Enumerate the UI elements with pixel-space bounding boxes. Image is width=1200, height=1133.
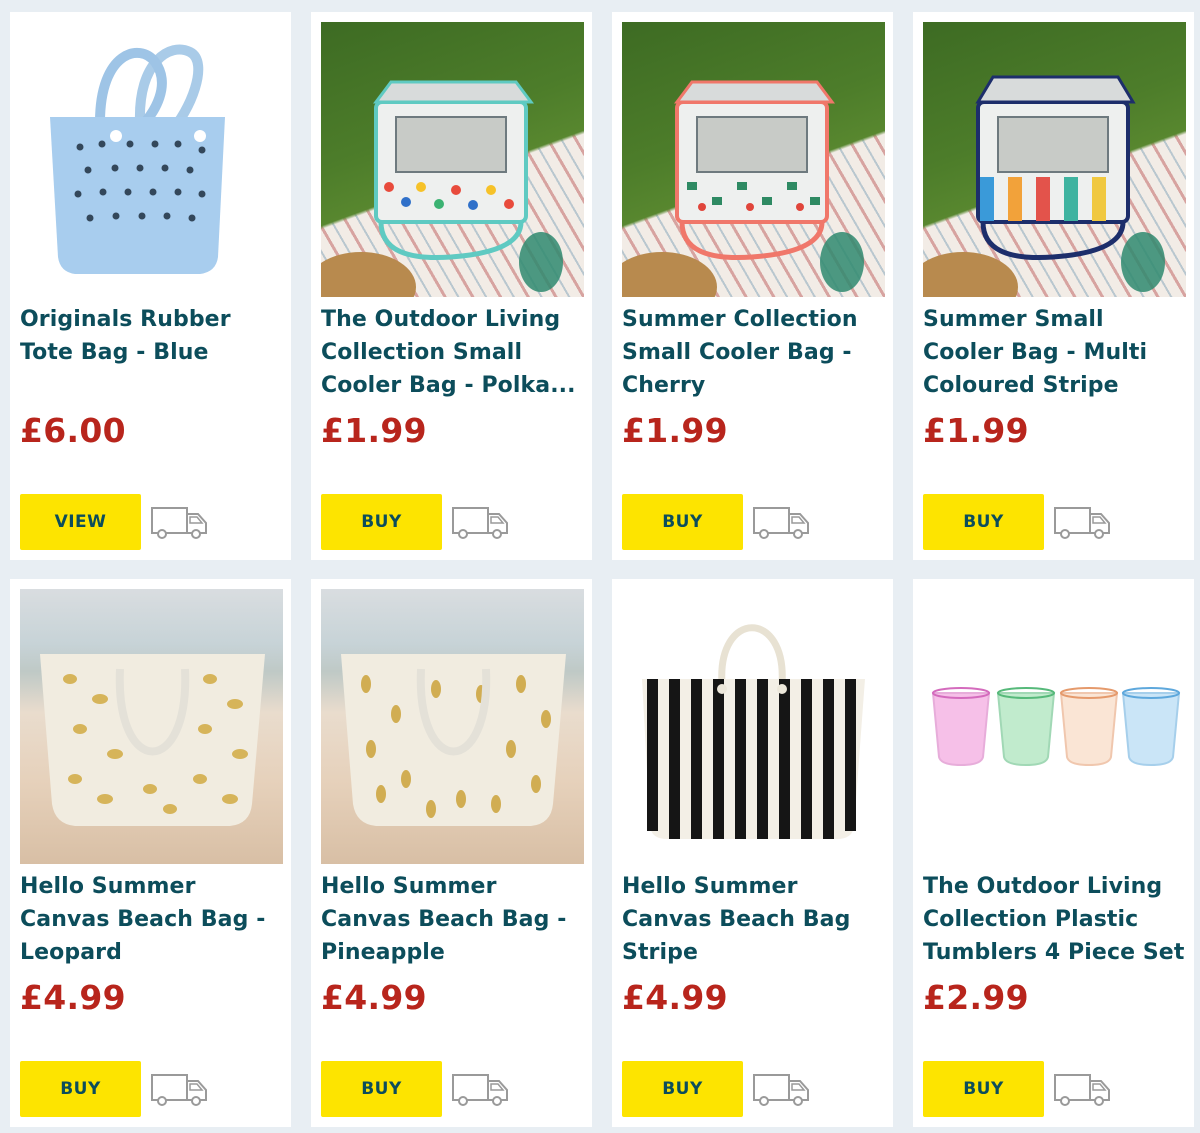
buy-button[interactable]: BUY xyxy=(622,494,743,550)
product-image[interactable] xyxy=(622,22,885,297)
product-image[interactable] xyxy=(923,589,1186,864)
product-title[interactable]: Hello Summer Canvas Beach Bag Stripe xyxy=(622,870,885,969)
delivery-van-icon xyxy=(753,507,809,539)
delivery-van-icon xyxy=(1054,507,1110,539)
product-title[interactable]: The Outdoor Living Collection Plastic Tu… xyxy=(923,870,1186,969)
delivery-van-icon xyxy=(452,507,508,539)
product-card[interactable]: Summer Collection Small Cooler Bag - Che… xyxy=(612,12,893,560)
product-image[interactable] xyxy=(20,22,283,297)
product-card[interactable]: The Outdoor Living Collection Plastic Tu… xyxy=(913,579,1194,1127)
product-price: £4.99 xyxy=(622,978,728,1017)
delivery-van-icon xyxy=(151,1074,207,1106)
product-title[interactable]: The Outdoor Living Collection Small Cool… xyxy=(321,303,584,402)
product-title[interactable]: Summer Small Cooler Bag - Multi Coloured… xyxy=(923,303,1186,402)
view-button[interactable]: VIEW xyxy=(20,494,141,550)
delivery-van-icon xyxy=(1054,1074,1110,1106)
delivery-van-icon xyxy=(151,507,207,539)
product-grid: Originals Rubber Tote Bag - Blue £6.00 V… xyxy=(10,12,1194,1127)
product-card[interactable]: Hello Summer Canvas Beach Bag Stripe £4.… xyxy=(612,579,893,1127)
product-title[interactable]: Hello Summer Canvas Beach Bag - Leopard xyxy=(20,870,283,969)
product-price: £6.00 xyxy=(20,411,126,450)
buy-button[interactable]: BUY xyxy=(622,1061,743,1117)
product-image[interactable] xyxy=(20,589,283,864)
buy-button[interactable]: BUY xyxy=(923,494,1044,550)
product-price: £4.99 xyxy=(321,978,427,1017)
product-title[interactable]: Summer Collection Small Cooler Bag - Che… xyxy=(622,303,885,402)
product-title[interactable]: Hello Summer Canvas Beach Bag - Pineappl… xyxy=(321,870,584,969)
delivery-van-icon xyxy=(753,1074,809,1106)
product-image[interactable] xyxy=(923,22,1186,297)
product-card[interactable]: The Outdoor Living Collection Small Cool… xyxy=(311,12,592,560)
product-price: £1.99 xyxy=(622,411,728,450)
product-title[interactable]: Originals Rubber Tote Bag - Blue xyxy=(20,303,283,369)
product-price: £1.99 xyxy=(321,411,427,450)
product-price: £2.99 xyxy=(923,978,1029,1017)
product-card[interactable]: Originals Rubber Tote Bag - Blue £6.00 V… xyxy=(10,12,291,560)
product-image[interactable] xyxy=(321,589,584,864)
delivery-van-icon xyxy=(452,1074,508,1106)
buy-button[interactable]: BUY xyxy=(321,1061,442,1117)
product-price: £4.99 xyxy=(20,978,126,1017)
buy-button[interactable]: BUY xyxy=(321,494,442,550)
product-card[interactable]: Hello Summer Canvas Beach Bag - Pineappl… xyxy=(311,579,592,1127)
product-price: £1.99 xyxy=(923,411,1029,450)
product-image[interactable] xyxy=(321,22,584,297)
product-card[interactable]: Hello Summer Canvas Beach Bag - Leopard … xyxy=(10,579,291,1127)
buy-button[interactable]: BUY xyxy=(923,1061,1044,1117)
product-image[interactable] xyxy=(622,589,885,864)
product-card[interactable]: Summer Small Cooler Bag - Multi Coloured… xyxy=(913,12,1194,560)
buy-button[interactable]: BUY xyxy=(20,1061,141,1117)
